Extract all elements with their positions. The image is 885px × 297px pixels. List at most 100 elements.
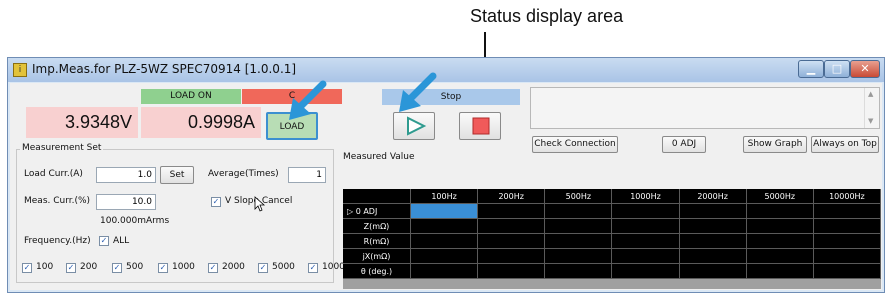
load-on-indicator: LOAD ON xyxy=(141,89,241,104)
status-scrollbar[interactable]: ▲ ▼ xyxy=(864,88,879,128)
table-cell[interactable] xyxy=(813,234,881,249)
table-cell[interactable] xyxy=(612,204,680,219)
table-cell[interactable] xyxy=(545,204,613,219)
table-cell[interactable] xyxy=(478,249,546,264)
freq-checkbox-2000[interactable]: ✓ xyxy=(208,263,218,273)
table-cell[interactable] xyxy=(612,234,680,249)
all-label: ALL xyxy=(113,236,130,246)
always-on-top-button[interactable]: Always on Top xyxy=(811,136,879,153)
minimize-button[interactable]: ▁ xyxy=(798,60,824,78)
column-header[interactable]: 5000Hz xyxy=(746,189,814,204)
table-cell[interactable] xyxy=(545,264,613,279)
freq-checkbox-200[interactable]: ✓ xyxy=(66,263,76,273)
row-header-label: R(mΩ) xyxy=(363,237,390,246)
average-label: Average(Times) xyxy=(208,169,279,179)
load-curr-input[interactable]: 1.0 xyxy=(96,167,156,183)
table-cell[interactable] xyxy=(612,249,680,264)
row-header: R(mΩ) xyxy=(343,234,411,249)
freq-checkbox-1000[interactable]: ✓ xyxy=(158,263,168,273)
table-cell[interactable] xyxy=(411,264,479,279)
table-cell[interactable] xyxy=(813,219,881,234)
client-area: LOAD ON C 3.9348V 0.9998A LOAD Stop ▲ ▼ … xyxy=(10,83,882,290)
stop-button[interactable] xyxy=(459,112,501,140)
row-selector-icon: ▷ xyxy=(347,207,356,216)
column-header[interactable]: 2000Hz xyxy=(679,189,747,204)
freq-checkbox-500[interactable]: ✓ xyxy=(112,263,122,273)
all-checkbox[interactable]: ✓ xyxy=(99,236,109,246)
row-header-label: 0 ADJ xyxy=(355,207,378,216)
stop-icon xyxy=(472,117,490,135)
freq-label-500: 500 xyxy=(126,262,144,272)
meas-curr-label: Meas. Curr.(%) xyxy=(24,196,91,206)
table-cell[interactable] xyxy=(813,264,881,279)
table-cell[interactable] xyxy=(545,249,613,264)
row-header: jX(mΩ) xyxy=(343,249,411,264)
table-cell[interactable] xyxy=(746,264,814,279)
scroll-up-icon: ▲ xyxy=(868,90,874,98)
table-cell[interactable] xyxy=(411,234,479,249)
row-header-label: θ (deg.) xyxy=(360,267,393,276)
row-header-label: Z(mΩ) xyxy=(363,222,390,231)
show-graph-button[interactable]: Show Graph xyxy=(743,136,807,153)
maximize-icon: □ xyxy=(831,62,843,75)
table-cell[interactable] xyxy=(679,219,747,234)
table-cell[interactable] xyxy=(679,264,747,279)
measured-value-title: Measured Value xyxy=(343,152,415,162)
table-cell[interactable] xyxy=(679,204,747,219)
freq-label-1000: 1000 xyxy=(172,262,195,272)
table-cell[interactable] xyxy=(411,249,479,264)
column-header[interactable]: 500Hz xyxy=(545,189,613,204)
app-icon: i xyxy=(13,63,27,77)
table-cell[interactable] xyxy=(746,249,814,264)
table-cell[interactable] xyxy=(679,234,747,249)
zero-adj-button[interactable]: 0 ADJ xyxy=(662,136,706,153)
close-icon: ✕ xyxy=(860,62,870,75)
scroll-down-icon: ▼ xyxy=(868,117,874,125)
measured-value-grid: 100Hz 200Hz 500Hz 1000Hz 2000Hz 5000Hz 10000Hz… xyxy=(343,189,881,288)
table-cell[interactable] xyxy=(545,219,613,234)
table-cell[interactable] xyxy=(679,249,747,264)
status-display-callout: Status display area xyxy=(470,6,624,26)
current-readout: 0.9998A xyxy=(141,107,261,138)
table-cell[interactable] xyxy=(478,234,546,249)
column-header[interactable]: 1000Hz xyxy=(612,189,680,204)
table-cell[interactable] xyxy=(746,234,814,249)
minimize-icon: ▁ xyxy=(806,62,816,75)
column-header[interactable]: 200Hz xyxy=(478,189,546,204)
table-cell[interactable] xyxy=(478,264,546,279)
freq-checkbox-100[interactable]: ✓ xyxy=(22,263,32,273)
table-cell[interactable] xyxy=(612,264,680,279)
v-slope-cancel-checkbox[interactable]: ✓ xyxy=(211,197,221,207)
check-connection-button[interactable]: Check Connection xyxy=(532,136,618,153)
set-button[interactable]: Set xyxy=(160,166,194,184)
measurement-set-title: Measurement Set xyxy=(20,143,104,153)
column-header[interactable]: 100Hz xyxy=(411,189,479,204)
table-cell[interactable] xyxy=(411,219,479,234)
mouse-cursor-icon xyxy=(254,196,266,212)
freq-checkbox-10000[interactable]: ✓ xyxy=(308,263,318,273)
status-display-area: ▲ ▼ xyxy=(530,87,880,129)
load-curr-label: Load Curr.(A) xyxy=(24,169,83,179)
freq-label-2000: 2000 xyxy=(222,262,245,272)
column-header[interactable]: 10000Hz xyxy=(813,189,881,204)
table-cell[interactable] xyxy=(545,234,613,249)
close-button[interactable]: ✕ xyxy=(850,60,880,78)
freq-checkbox-5000[interactable]: ✓ xyxy=(258,263,268,273)
table-cell[interactable] xyxy=(478,204,546,219)
grid-hscroll[interactable] xyxy=(343,279,881,289)
frequency-label: Frequency.(Hz) xyxy=(24,236,91,246)
title-bar: i Imp.Meas.for PLZ-5WZ SPEC70914 [1.0.0.… xyxy=(8,58,884,82)
arrow-to-load-icon xyxy=(289,80,327,120)
window-title: Imp.Meas.for PLZ-5WZ SPEC70914 [1.0.0.1] xyxy=(32,62,297,76)
table-cell[interactable] xyxy=(411,204,479,219)
freq-label-200: 200 xyxy=(80,262,98,272)
average-input[interactable]: 1 xyxy=(288,167,326,183)
table-cell[interactable] xyxy=(813,204,881,219)
table-cell[interactable] xyxy=(612,219,680,234)
table-cell[interactable] xyxy=(746,204,814,219)
table-cell[interactable] xyxy=(813,249,881,264)
table-cell[interactable] xyxy=(478,219,546,234)
meas-curr-input[interactable]: 10.0 xyxy=(96,194,156,210)
table-cell[interactable] xyxy=(746,219,814,234)
maximize-button[interactable]: □ xyxy=(824,60,850,78)
